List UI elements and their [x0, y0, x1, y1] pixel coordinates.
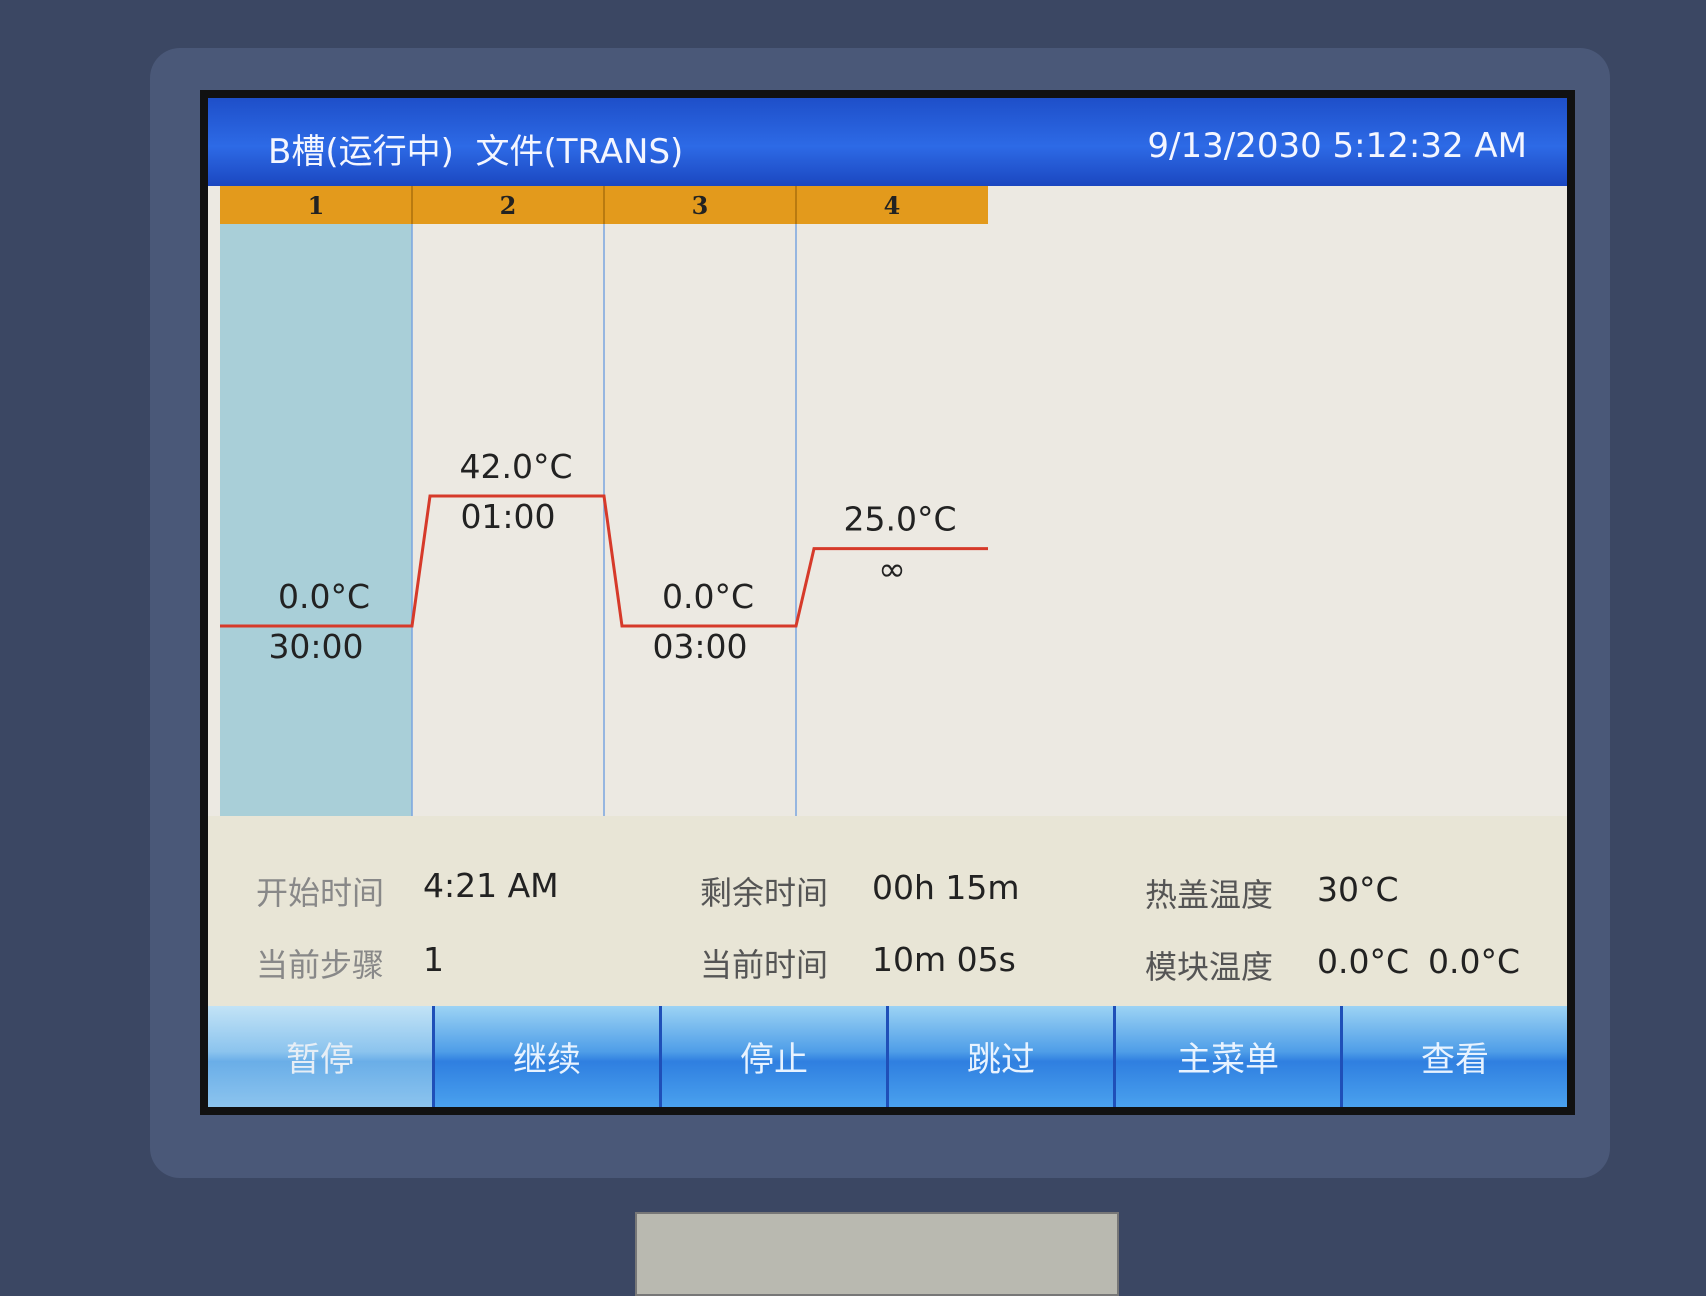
- remaining-time-label: 剩余时间: [700, 874, 829, 912]
- main-menu-button[interactable]: 主菜单: [1116, 1006, 1343, 1107]
- lcd-screen: B槽(运行中) 文件(TRANS) 9/13/2030 5:12:32 AM 1…: [200, 90, 1575, 1115]
- block-temp-label: 模块温度: [1145, 948, 1274, 986]
- button-bar: 暂停 继续 停止 跳过 主菜单 查看: [208, 1006, 1567, 1107]
- stop-button[interactable]: 停止: [662, 1006, 889, 1107]
- step-duration: 30:00: [268, 627, 363, 666]
- step-duration: 01:00: [460, 497, 555, 536]
- start-time-label: 开始时间: [256, 874, 385, 912]
- skip-button[interactable]: 跳过: [889, 1006, 1116, 1107]
- current-step-label: 当前步骤: [256, 946, 385, 984]
- title-left: B槽(运行中) 文件(TRANS): [268, 124, 683, 173]
- pause-button[interactable]: 暂停: [208, 1006, 435, 1107]
- step-number: 3: [692, 191, 709, 220]
- step-temperature: 25.0°C: [843, 500, 956, 539]
- device-logo-plate: [635, 1212, 1119, 1296]
- block-temp-value-b: 0.0°C: [1428, 942, 1521, 981]
- run-info-panel: 开始时间 4:21 AM 剩余时间 00h 15m 热盖温度 30°C 当前步骤…: [208, 816, 1567, 1006]
- program-chart: 1 2 3 4 0.0°C 30:00 42.0°C 01:00 0.0°C 03:00 25.0°…: [208, 186, 1567, 816]
- datetime: 9/13/2030 5:12:32 AM: [1147, 126, 1527, 166]
- lid-temp-value: 30°C: [1317, 870, 1399, 909]
- resume-button[interactable]: 继续: [435, 1006, 662, 1107]
- remaining-time-value: 00h 15m: [872, 868, 1020, 907]
- step-temperature: 42.0°C: [459, 447, 572, 486]
- file-name: 文件(TRANS): [475, 132, 684, 172]
- step-number: 2: [500, 191, 517, 220]
- step-duration: 03:00: [652, 627, 747, 666]
- step-temperature: 0.0°C: [662, 577, 754, 616]
- lid-temp-label: 热盖温度: [1145, 876, 1274, 914]
- current-time-value: 10m 05s: [872, 940, 1016, 979]
- view-button[interactable]: 查看: [1343, 1006, 1567, 1107]
- step-number: 4: [884, 191, 901, 220]
- step-duration: ∞: [878, 550, 906, 589]
- program-svg: 1 2 3 4 0.0°C 30:00 42.0°C 01:00 0.0°C 03:00 25.0°…: [220, 186, 988, 816]
- start-time-value: 4:21 AM: [423, 866, 559, 905]
- current-time-label: 当前时间: [700, 946, 829, 984]
- block-temp-value-a: 0.0°C: [1317, 942, 1410, 981]
- title-bar: B槽(运行中) 文件(TRANS) 9/13/2030 5:12:32 AM: [208, 98, 1567, 186]
- step-temperature: 0.0°C: [278, 577, 370, 616]
- block-status: B槽(运行中): [268, 132, 454, 172]
- step-number: 1: [308, 191, 325, 220]
- active-step-column: [220, 224, 412, 816]
- current-step-value: 1: [423, 940, 444, 979]
